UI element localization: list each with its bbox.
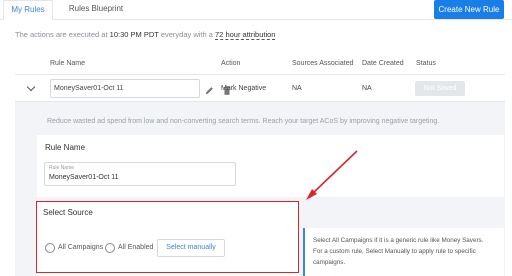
all-enabled-radio[interactable] xyxy=(105,243,115,253)
source-help-card: Select All Campaigns if it is a generic … xyxy=(303,228,504,276)
rule-name-card: Rule Name Rule Name MoneySaver01-Oct 11 xyxy=(37,135,504,197)
chevron-down-icon[interactable] xyxy=(26,82,36,92)
execution-time: 10:30 PM PDT xyxy=(109,30,159,39)
rule-date-created: NA xyxy=(362,85,372,92)
tab-rules-blueprint[interactable]: Rules Blueprint xyxy=(60,0,132,20)
header-sources: Sources Associated xyxy=(292,60,354,67)
table-header: Rule Name Action Sources Associated Date… xyxy=(15,55,505,75)
execution-info: The actions are executed at 10:30 PM PDT… xyxy=(15,30,276,40)
create-new-rule-button[interactable]: Create New Rule xyxy=(434,0,504,19)
help-line-2: For a custom rule, Select Manually to ap… xyxy=(313,248,476,255)
help-line-3: campaigns. xyxy=(313,259,346,266)
attribution-window[interactable]: 72 hour attribution xyxy=(215,30,276,40)
rule-name-field-value: MoneySaver01-Oct 11 xyxy=(49,174,119,181)
rule-name-value: MoneySaver01-Oct 11 xyxy=(54,85,124,92)
all-enabled-label[interactable]: All Enabled xyxy=(118,244,153,251)
execution-prefix: The actions are executed at xyxy=(15,30,108,39)
rule-name-cell[interactable]: MoneySaver01-Oct 11 xyxy=(50,79,231,98)
rule-description: Reduce wasted ad spend from low and non-… xyxy=(47,118,440,125)
execution-middle: everyday with a xyxy=(160,30,213,39)
header-rule-name: Rule Name xyxy=(50,60,86,67)
table-row: MoneySaver01-Oct 11 Mark Negative NA NA … xyxy=(15,76,505,102)
rule-action: Mark Negative xyxy=(221,85,267,92)
all-campaigns-label[interactable]: All Campaigns xyxy=(58,244,103,251)
rule-name-field-label: Rule Name xyxy=(49,165,75,171)
header-action: Action xyxy=(221,60,241,67)
help-line-1: Select All Campaigns if it is a generic … xyxy=(313,237,484,244)
tab-my-rules[interactable]: My Rules xyxy=(3,0,53,20)
rule-name-title: Rule Name xyxy=(45,143,86,152)
rule-sources: NA xyxy=(292,85,302,92)
rule-name-field[interactable]: Rule Name MoneySaver01-Oct 11 xyxy=(44,162,236,186)
pencil-icon[interactable] xyxy=(205,86,214,95)
select-source-title: Select Source xyxy=(43,208,93,217)
select-source-card: Select Source All Campaigns All Enabled … xyxy=(37,203,299,276)
all-campaigns-radio[interactable] xyxy=(45,243,55,253)
header-date-created: Date Created xyxy=(362,60,404,67)
select-manually-button[interactable]: Select manually xyxy=(157,239,225,257)
header-status: Status xyxy=(416,60,436,67)
status-badge: Not Saved xyxy=(415,81,465,96)
